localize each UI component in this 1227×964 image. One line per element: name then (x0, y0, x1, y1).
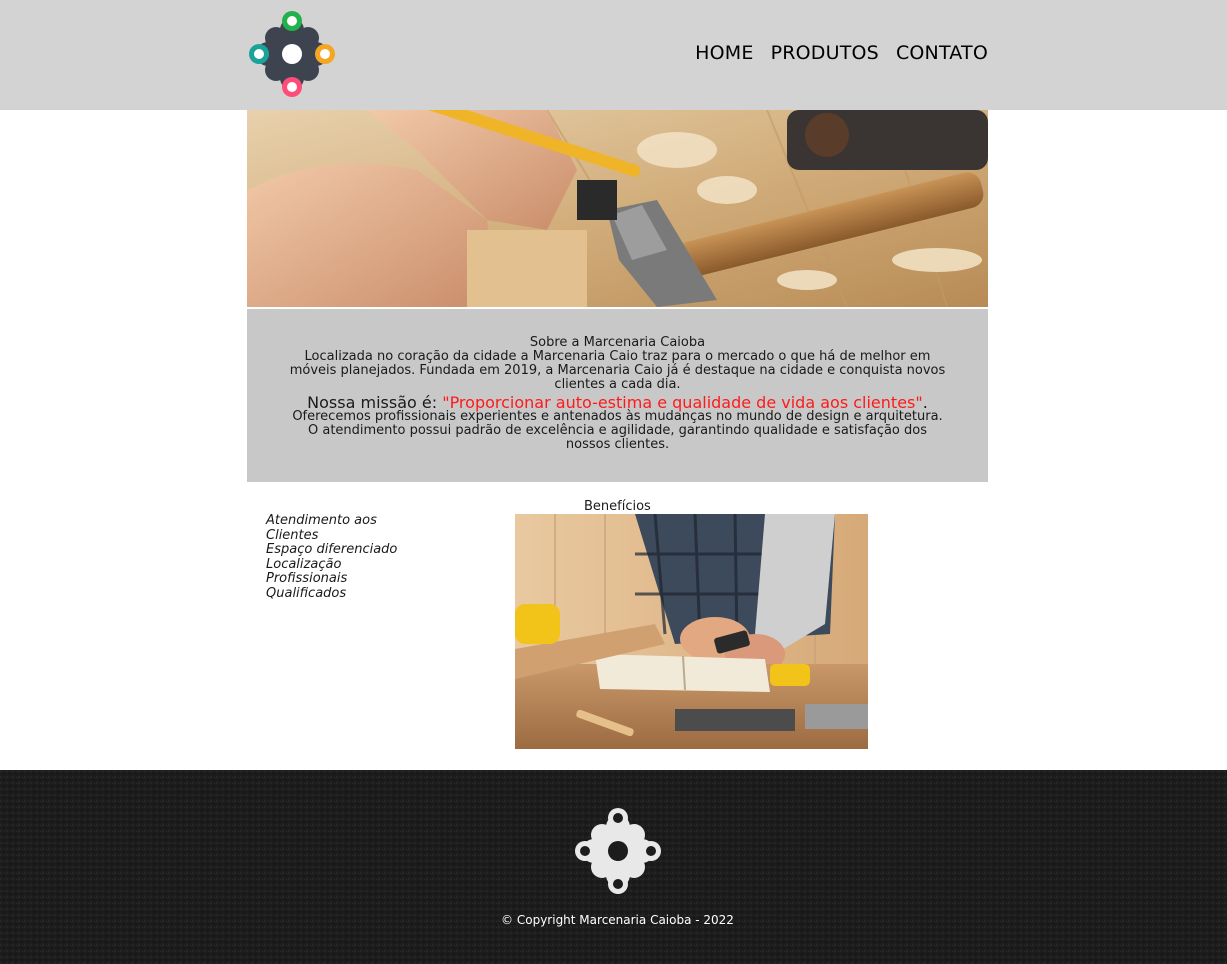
benefit-item: Profissionais Qualificados (266, 571, 348, 601)
benefits-list: Atendimento aos Clientes Espaço diferenc… (266, 513, 416, 601)
about-text: Localizada no coração da cidade a Marcen… (289, 349, 946, 392)
nav-produtos-link[interactable]: PRODUTOS (771, 42, 879, 64)
offer-text: Oferecemos profissionais experientes e a… (292, 409, 943, 452)
nav-contato-link[interactable]: CONTATO (896, 42, 988, 64)
benefits-image (515, 514, 868, 749)
benefit-item: Localização (266, 556, 342, 572)
about-section: Sobre a Marcenaria Caioba Localizada no … (247, 309, 988, 482)
site-footer: © Copyright Marcenaria Caioba - 2022 (0, 770, 1227, 964)
benefit-item: Atendimento aos Clientes (266, 513, 377, 543)
benefit-item: Espaço diferenciado (266, 542, 398, 557)
nav-home-link[interactable]: HOME (695, 42, 753, 64)
benefits-title: Benefícios (584, 499, 651, 514)
flower-logo-icon[interactable] (246, 8, 338, 100)
copyright-text: © Copyright Marcenaria Caioba - 2022 (501, 913, 734, 927)
carpenter-measuring-wood-photo (247, 110, 988, 307)
site-header: HOME PRODUTOS CONTATO (0, 0, 1227, 110)
carpenter-with-phone-workbench-photo (515, 514, 868, 749)
main-nav: HOME PRODUTOS CONTATO (695, 42, 988, 64)
about-title: Sobre a Marcenaria Caioba (529, 335, 706, 350)
flower-logo-icon[interactable] (572, 805, 664, 897)
hero-image (247, 110, 988, 307)
